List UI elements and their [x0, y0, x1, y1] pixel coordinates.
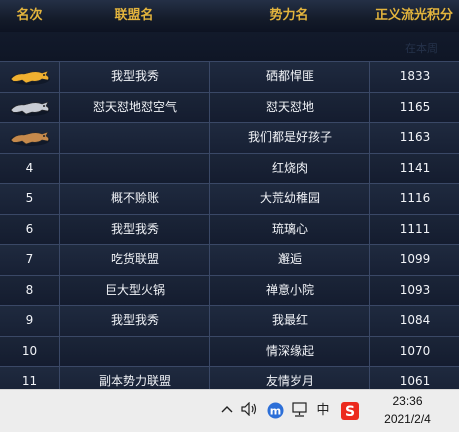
score-cell: 1163 — [369, 123, 459, 153]
svg-text:m: m — [269, 405, 280, 418]
alliance-cell: 吃货联盟 — [59, 245, 210, 275]
rank-cell: 5 — [25, 191, 34, 205]
alliance-cell: 巨大型火锅 — [59, 275, 210, 305]
sogou-icon[interactable]: S — [340, 402, 360, 420]
alliance-cell: 概不赊账 — [59, 184, 210, 214]
table-row[interactable]: 10 情深缘起 1070 — [0, 335, 459, 366]
gold-beast-icon — [10, 70, 50, 85]
score-cell: 1093 — [369, 275, 459, 305]
table-row[interactable]: 怼天怼地怼空气 怼天怼地 1165 — [0, 91, 459, 123]
m-app-icon[interactable]: m — [266, 402, 284, 420]
rank-cell: 6 — [25, 221, 34, 236]
header-score: 正义流光积分 — [374, 8, 453, 23]
chevron-up-icon[interactable] — [220, 402, 234, 420]
score-cell: 1141 — [369, 153, 459, 183]
header-rank: 名次 — [16, 8, 43, 23]
faction-cell: 友情岁月 — [209, 367, 370, 389]
faction-cell: 我们都是好孩子 — [209, 123, 370, 153]
faction-cell: 禅意小院 — [209, 275, 370, 305]
alliance-cell: 副本势力联盟 — [59, 367, 210, 389]
alliance-cell — [59, 153, 210, 183]
rank-cell: 4 — [25, 160, 34, 175]
alliance-cell: 我型我秀 — [59, 306, 210, 336]
ghost-text: 在本周 — [405, 42, 438, 55]
score-cell: 1165 — [369, 92, 459, 122]
score-cell: 1099 — [369, 245, 459, 275]
faction-cell: 硒都悍匪 — [209, 62, 370, 92]
rank-cell: 10 — [21, 343, 38, 358]
table-header: 名次 联盟名 势力名 正义流光积分 — [0, 0, 459, 32]
score-cell: 1084 — [369, 306, 459, 336]
table-row[interactable]: 5 概不赊账 大荒幼稚园 1116 — [0, 183, 459, 214]
rank-cell: 8 — [25, 282, 34, 297]
clock-time[interactable]: 23:36 — [380, 394, 435, 408]
faction-cell: 琉璃心 — [209, 214, 370, 244]
table-row[interactable]: 11 副本势力联盟 友情岁月 1061 — [0, 366, 459, 389]
network-icon[interactable] — [291, 402, 309, 420]
table-row[interactable]: 9 我型我秀 我最红 1084 — [0, 305, 459, 336]
faction-cell: 红烧肉 — [209, 153, 370, 183]
rank-cell — [0, 62, 59, 92]
faction-cell: 邂逅 — [209, 245, 370, 275]
silver-beast-icon — [10, 100, 50, 116]
score-cell: 1061 — [369, 367, 459, 389]
alliance-cell: 我型我秀 — [59, 62, 210, 92]
ranking-rows: 我型我秀 硒都悍匪 1833 怼天怼地怼空气 怼天怼地 1165 我们都是好孩子 1163 4 红… — [0, 61, 459, 389]
svg-text:S: S — [345, 404, 355, 420]
header-faction: 势力名 — [269, 8, 309, 23]
score-cell: 1116 — [369, 184, 459, 214]
rank-cell — [0, 123, 59, 153]
score-cell: 1070 — [369, 336, 459, 366]
volume-icon[interactable] — [241, 401, 259, 420]
clock-date[interactable]: 2021/2/4 — [380, 412, 435, 426]
alliance-cell: 我型我秀 — [59, 214, 210, 244]
faction-cell: 大荒幼稚园 — [209, 184, 370, 214]
table-row[interactable]: 8 巨大型火锅 禅意小院 1093 — [0, 274, 459, 305]
alliance-cell — [59, 336, 210, 366]
table-row[interactable]: 我们都是好孩子 1163 — [0, 122, 459, 153]
alliance-cell — [59, 123, 210, 153]
rank-cell: 7 — [25, 252, 34, 266]
table-row[interactable]: 6 我型我秀 琉璃心 1111 — [0, 213, 459, 244]
score-cell: 1111 — [369, 214, 459, 244]
rank-cell: 9 — [25, 313, 34, 327]
header-spacer: 在本周 — [0, 32, 459, 61]
ime-zh-icon[interactable]: 中 — [314, 402, 332, 420]
taskbar: m 中 S 23:36 2021/2/4 — [0, 389, 459, 432]
faction-cell: 怼天怼地 — [209, 92, 370, 122]
header-alliance: 联盟名 — [114, 8, 154, 23]
faction-cell: 情深缘起 — [209, 336, 370, 366]
ranking-panel: 名次 联盟名 势力名 正义流光积分 在本周 我型我秀 硒都悍匪 1833 怼天怼地怼空… — [0, 0, 459, 389]
rank-cell — [0, 93, 59, 123]
alliance-cell: 怼天怼地怼空气 — [59, 92, 210, 122]
faction-cell: 我最红 — [209, 306, 370, 336]
table-row[interactable]: 7 吃货联盟 邂逅 1099 — [0, 244, 459, 275]
rank-cell: 11 — [21, 374, 38, 388]
bronze-beast-icon — [10, 131, 50, 146]
score-cell: 1833 — [369, 62, 459, 92]
table-row[interactable]: 4 红烧肉 1141 — [0, 152, 459, 183]
table-row[interactable]: 我型我秀 硒都悍匪 1833 — [0, 61, 459, 92]
